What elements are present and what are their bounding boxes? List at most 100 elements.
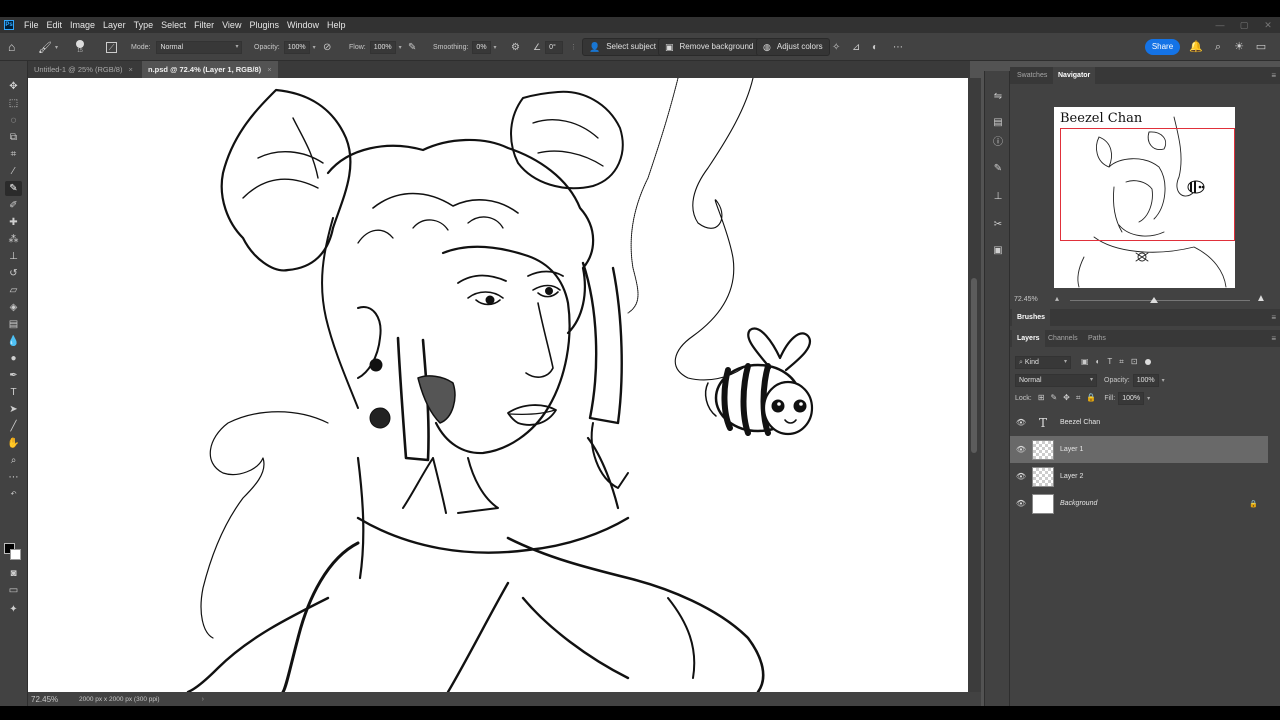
smoothing-dropdown-icon[interactable]: ▾ — [494, 44, 497, 51]
transform-action-icon[interactable]: ⊿ — [852, 33, 860, 61]
remove-background-button[interactable]: ▣ Remove background — [658, 33, 761, 61]
libraries-panel-icon[interactable]: ▣ — [990, 243, 1006, 259]
status-zoom[interactable]: 72.45% — [31, 695, 73, 704]
tab-channels[interactable]: Channels — [1043, 330, 1083, 347]
flow-dropdown-icon[interactable]: ▾ — [399, 44, 402, 51]
opacity-dropdown-icon[interactable]: ▾ — [313, 44, 316, 51]
brush-preset-icon[interactable]: 🖌 ▾ — [38, 33, 58, 61]
mixer-brush-tool-icon[interactable]: ⁂ — [5, 232, 22, 247]
path-selection-tool-icon[interactable]: ➤ — [5, 402, 22, 417]
canvas-vertical-scrollbar[interactable] — [968, 78, 981, 692]
maximize-button[interactable]: ▢ — [1232, 17, 1256, 33]
tab-n-psd[interactable]: n.psd @ 72.4% (Layer 1, RGB/8) × — [142, 61, 278, 78]
clone-source-panel-icon[interactable]: ⊥ — [990, 189, 1006, 205]
healing-brush-tool-icon[interactable]: ✚ — [5, 215, 22, 230]
select-subject-button[interactable]: 👤 Select subject — [582, 33, 664, 61]
panel-menu-icon[interactable]: ≡ — [1271, 334, 1276, 343]
more-options-icon[interactable]: ⋯ — [893, 33, 903, 61]
lock-icon[interactable]: 🔒 — [1249, 500, 1258, 508]
magic-wand-action-icon[interactable]: ✧ — [832, 33, 840, 61]
blend-mode-select[interactable]: Normal ▾ — [1015, 373, 1097, 387]
zoom-tool-icon[interactable]: ⌕ — [5, 453, 22, 468]
minimize-button[interactable]: — — [1208, 17, 1232, 33]
generative-icon[interactable]: ✦ — [5, 602, 22, 617]
discover-light-icon[interactable]: ☀ — [1231, 39, 1247, 55]
gradient-tool-icon[interactable]: ▤ — [5, 317, 22, 332]
scrollbar-thumb[interactable] — [971, 278, 977, 453]
smoothing-settings-gear-icon[interactable]: ⚙ — [511, 33, 520, 61]
pencil-tool-icon[interactable]: ✐ — [5, 198, 22, 213]
brush-settings-panel-icon[interactable]: ✎ — [990, 161, 1006, 177]
properties-panel-icon[interactable]: ▤ — [990, 115, 1006, 131]
layer-filter-kind-select[interactable]: ⌕ Kind ▾ — [1015, 355, 1071, 369]
menu-file[interactable]: File — [20, 17, 43, 33]
search-icon[interactable]: ⌕ — [1210, 39, 1226, 55]
menu-image[interactable]: Image — [66, 17, 99, 33]
pen-tool-icon[interactable]: ✒ — [5, 368, 22, 383]
layer-row-layer-2[interactable]: 👁 Layer 2 — [1010, 463, 1268, 490]
fill-dropdown-icon[interactable]: ▾ — [1147, 395, 1150, 402]
menu-window[interactable]: Window — [283, 17, 323, 33]
layer-row-layer-1[interactable]: 👁 Layer 1 — [1010, 436, 1268, 463]
menu-view[interactable]: View — [218, 17, 245, 33]
tab-layers[interactable]: Layers — [1012, 330, 1045, 347]
layer-opacity-dropdown-icon[interactable]: ▾ — [1162, 377, 1165, 384]
type-tool-icon[interactable]: T — [5, 385, 22, 400]
share-button[interactable]: Share — [1145, 39, 1180, 55]
history-brush-tool-icon[interactable]: ↺ — [5, 266, 22, 281]
visibility-eye-icon[interactable]: 👁 — [1010, 499, 1032, 508]
pressure-opacity-icon[interactable]: ⊘ — [323, 33, 331, 61]
more-tools-icon[interactable]: ⋯ — [5, 470, 22, 485]
visibility-eye-icon[interactable]: 👁 — [1010, 472, 1032, 481]
airbrush-icon[interactable]: ✎ — [408, 33, 416, 61]
menu-help[interactable]: Help — [323, 17, 350, 33]
zoom-out-mountain-icon[interactable]: ▴ — [1055, 294, 1059, 303]
navigator-view-rectangle[interactable] — [1060, 128, 1235, 241]
eraser-tool-icon[interactable]: ▱ — [5, 283, 22, 298]
close-window-button[interactable]: ✕ — [1256, 17, 1280, 33]
paint-bucket-tool-icon[interactable]: ◈ — [5, 300, 22, 315]
close-tab-icon[interactable]: × — [267, 65, 271, 74]
line-tool-icon[interactable]: ╱ — [5, 419, 22, 434]
history-panel-icon[interactable]: ⇋ — [990, 89, 1006, 105]
filter-toggle-icon[interactable] — [1144, 359, 1151, 365]
status-expand-arrow-icon[interactable]: › — [202, 696, 204, 703]
layer-row-background[interactable]: 👁 Background 🔒 — [1010, 490, 1268, 517]
visibility-eye-icon[interactable]: 👁 — [1010, 445, 1032, 454]
lock-options-icons[interactable]: ⊞✎✥⌗🔒 — [1038, 393, 1103, 403]
tab-swatches[interactable]: Swatches — [1012, 67, 1052, 84]
adjust-colors-button[interactable]: ◍ Adjust colors — [756, 33, 830, 61]
screen-mode-icon[interactable]: ▭ — [5, 583, 22, 598]
tab-navigator[interactable]: Navigator — [1053, 67, 1096, 84]
tab-paths[interactable]: Paths — [1083, 330, 1111, 347]
object-select-tool-icon[interactable]: ⧉ — [5, 130, 22, 145]
info-panel-icon[interactable]: ⓘ — [990, 135, 1006, 151]
dodge-tool-icon[interactable]: ● — [5, 351, 22, 366]
lasso-tool-icon[interactable]: ◌ — [5, 113, 22, 128]
layer-row-beezel-chan[interactable]: 👁 T Beezel Chan — [1010, 409, 1268, 436]
mode-select[interactable]: Normal ▾ — [156, 40, 243, 54]
background-color-swatch[interactable] — [10, 549, 21, 560]
menu-filter[interactable]: Filter — [190, 17, 218, 33]
fill-input[interactable]: 100% — [1118, 391, 1145, 405]
layer-filter-type-icons[interactable]: ▣◐T⌗⊡ — [1081, 357, 1145, 367]
menu-edit[interactable]: Edit — [43, 17, 67, 33]
eyedropper-tool-icon[interactable]: ⁄ — [5, 164, 22, 179]
quick-mask-icon[interactable]: ◙ — [5, 566, 22, 581]
swap-colors-icon[interactable]: ↶ — [5, 487, 22, 502]
angle-input[interactable]: 0° — [545, 40, 564, 54]
marquee-tool-icon[interactable]: ⬚ — [5, 96, 22, 111]
adjustment-action-icon[interactable]: ◐ — [872, 33, 878, 61]
navigator-zoom-slider[interactable] — [1070, 300, 1250, 301]
menu-plugins[interactable]: Plugins — [245, 17, 283, 33]
menu-select[interactable]: Select — [157, 17, 190, 33]
notifications-bell-icon[interactable]: 🔔 — [1188, 39, 1204, 55]
navigator-preview[interactable]: Beezel Chan — [1054, 107, 1235, 288]
panel-menu-icon[interactable]: ≡ — [1271, 71, 1276, 80]
opacity-input[interactable]: 100% — [283, 40, 310, 54]
close-tab-icon[interactable]: × — [128, 65, 132, 74]
hand-tool-icon[interactable]: ✋ — [5, 436, 22, 451]
zoom-in-mountain-icon[interactable]: ▲ — [1256, 293, 1266, 304]
brush-settings-icon[interactable]: ⟋ — [106, 33, 117, 61]
brush-tool-icon[interactable]: ✎ — [5, 181, 22, 196]
